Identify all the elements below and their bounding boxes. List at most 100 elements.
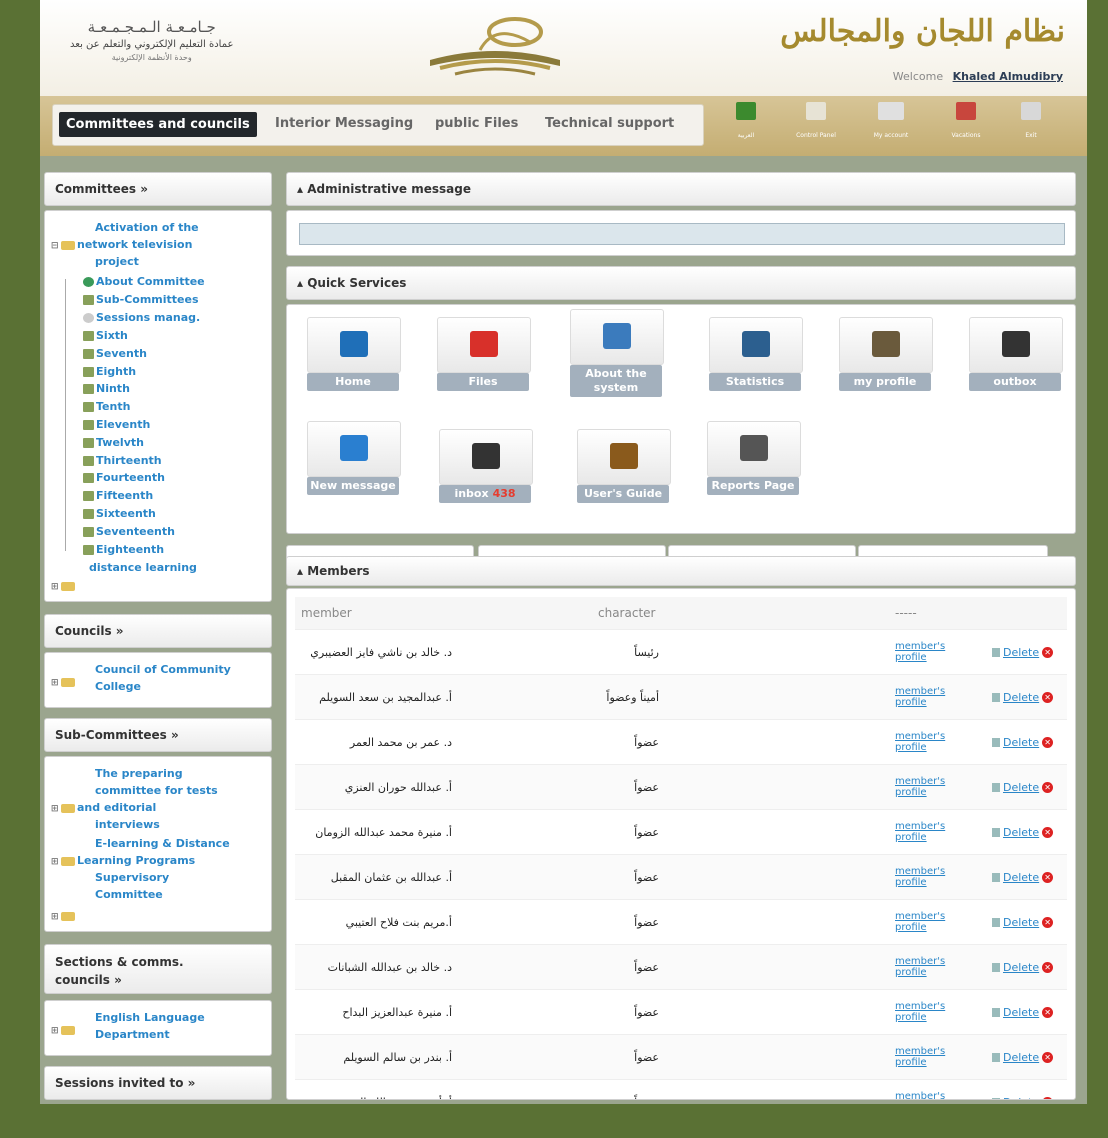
quick-service-inbox[interactable]: inbox 438 <box>439 429 533 503</box>
member-profile-link[interactable]: member'sprofile <box>895 686 985 708</box>
tree-item-session[interactable]: Sixth <box>83 327 128 345</box>
delete-link[interactable]: Delete <box>1003 736 1039 749</box>
delete-link[interactable]: Delete <box>1003 1096 1039 1100</box>
delete-link[interactable]: Delete <box>1003 961 1039 974</box>
quick-service-about-the-system[interactable]: About the system <box>570 309 664 397</box>
tree-item-session[interactable]: Seventh <box>83 345 147 363</box>
member-role: عضواً <box>592 989 889 1035</box>
subcommittees-header[interactable]: Sub-Committees » <box>44 718 272 752</box>
member-profile-link[interactable]: member'sprofile <box>895 866 985 888</box>
member-profile-link[interactable]: member'sprofile <box>895 641 985 663</box>
file-icon <box>992 963 1000 972</box>
quick-service-new-message[interactable]: New message <box>307 421 401 495</box>
session-label: Fifteenth <box>96 489 154 503</box>
arabic-language-button[interactable]: العربية <box>716 102 776 139</box>
tree-item-session[interactable]: Eighteenth <box>83 541 164 559</box>
tree-item-session[interactable]: Fourteenth <box>83 469 165 487</box>
delete-x-icon[interactable]: ✕ <box>1042 917 1054 928</box>
delete-x-icon[interactable]: ✕ <box>1042 827 1054 838</box>
member-profile-link[interactable]: member'sprofile <box>895 1001 985 1023</box>
tree-item-session[interactable]: Eleventh <box>83 416 150 434</box>
admin-message-header[interactable]: ▴ Administrative message <box>286 172 1076 206</box>
table-row: أ. عبدالله بن عثمان المقبل عضواً member's p… <box>295 854 1067 900</box>
member-profile-link[interactable]: member'sprofile <box>895 821 985 843</box>
delete-link[interactable]: Delete <box>1003 916 1039 929</box>
sections-header[interactable]: Sections & comms. councils » <box>44 944 272 994</box>
tree-item-session[interactable]: Tenth <box>83 398 130 416</box>
tree-item-session[interactable]: Seventeenth <box>83 523 175 541</box>
tree-item-session[interactable]: Fifteenth <box>83 487 153 505</box>
member-profile-link[interactable]: member'sprofile <box>895 731 985 753</box>
column-member[interactable]: member <box>295 597 592 630</box>
tree-item-about-committee[interactable]: About Committee <box>83 273 205 291</box>
folder-icon <box>61 677 75 687</box>
arabic-language-icon <box>736 102 756 120</box>
tree-node-distance-learning[interactable]: distance learning <box>89 559 197 577</box>
session-label: Sixth <box>96 329 128 342</box>
members-header[interactable]: ▴ Members <box>286 556 1076 586</box>
arabic-label: العربية <box>737 132 755 139</box>
column-character[interactable]: character <box>592 597 889 630</box>
tree-item-session[interactable]: Twelvth <box>83 434 144 452</box>
exit-button[interactable]: Exit <box>1001 102 1061 139</box>
delete-x-icon[interactable]: ✕ <box>1042 1007 1054 1018</box>
vacations-button[interactable]: Vacations <box>936 102 996 139</box>
member-profile-link[interactable]: member'sprofile <box>895 1091 985 1099</box>
delete-link[interactable]: Delete <box>1003 646 1039 659</box>
delete-cell: Delete✕ <box>986 809 1067 855</box>
delete-link[interactable]: Delete <box>1003 1051 1039 1064</box>
quick-service-statistics[interactable]: Statistics <box>709 317 803 391</box>
service-label-text: my profile <box>853 375 917 388</box>
tree-folder-collapsed[interactable]: ⊞ <box>51 907 77 926</box>
tree-item-session[interactable]: Eighth <box>83 363 136 381</box>
quick-service-home[interactable]: Home <box>307 317 401 391</box>
councils-header[interactable]: Councils » <box>44 614 272 648</box>
tree-item-session[interactable]: Thirteenth <box>83 452 162 470</box>
control-panel-button[interactable]: Control Panel <box>786 102 846 139</box>
delete-link[interactable]: Delete <box>1003 781 1039 794</box>
quick-service-user-s-guide[interactable]: User's Guide <box>577 429 671 503</box>
member-name: أ. منيرة محمد عبدالله الزومان <box>295 809 592 855</box>
delete-x-icon[interactable]: ✕ <box>1042 782 1054 793</box>
tab-technical-support[interactable]: Technical support <box>545 116 674 131</box>
quick-service-reports-page[interactable]: Reports Page <box>707 421 801 495</box>
service-label-text: New message <box>310 479 396 492</box>
tree-item-session[interactable]: Sixteenth <box>83 505 156 523</box>
member-profile-link[interactable]: member'sprofile <box>895 911 985 933</box>
delete-x-icon[interactable]: ✕ <box>1042 1052 1054 1063</box>
quick-service-files[interactable]: Files <box>437 317 531 391</box>
delete-link[interactable]: Delete <box>1003 826 1039 839</box>
delete-x-icon[interactable]: ✕ <box>1042 692 1054 703</box>
delete-link[interactable]: Delete <box>1003 691 1039 704</box>
tab-public-files[interactable]: public Files <box>435 116 518 131</box>
delete-x-icon[interactable]: ✕ <box>1042 962 1054 973</box>
quick-service-outbox[interactable]: outbox <box>969 317 1063 391</box>
service-label: Reports Page <box>707 477 799 495</box>
delete-x-icon[interactable]: ✕ <box>1042 1097 1054 1099</box>
member-role: عضواً <box>592 809 889 855</box>
committees-header[interactable]: Committees » <box>44 172 272 206</box>
delete-link[interactable]: Delete <box>1003 1006 1039 1019</box>
member-profile-link[interactable]: member'sprofile <box>895 776 985 798</box>
delete-link[interactable]: Delete <box>1003 871 1039 884</box>
my-account-button[interactable]: My account <box>861 102 921 139</box>
file-icon <box>992 1053 1000 1062</box>
tab-interior-messaging[interactable]: Interior Messaging <box>275 116 413 131</box>
delete-x-icon[interactable]: ✕ <box>1042 647 1054 658</box>
tree-item-sessions-manag[interactable]: Sessions manag. <box>83 309 200 327</box>
root-line-1: Activation of the <box>95 221 199 234</box>
delete-x-icon[interactable]: ✕ <box>1042 872 1054 883</box>
quick-service-my-profile[interactable]: my profile <box>839 317 933 391</box>
tree-item-sub-committees[interactable]: Sub-Committees <box>83 291 199 309</box>
delete-x-icon[interactable]: ✕ <box>1042 737 1054 748</box>
tree-item-session[interactable]: Ninth <box>83 380 130 398</box>
tree-folder-collapsed[interactable]: ⊞ <box>51 577 77 596</box>
quick-services-header[interactable]: ▴ Quick Services <box>286 266 1076 300</box>
user-name-link[interactable]: Khaled Almudibry <box>953 70 1063 83</box>
tab-committees-and-councils[interactable]: Committees and councils <box>59 112 257 137</box>
member-profile-link[interactable]: member'sprofile <box>895 956 985 978</box>
collapse-icon[interactable]: ⊟ <box>51 237 61 255</box>
subcommittee-icon <box>83 295 94 305</box>
member-profile-link[interactable]: member'sprofile <box>895 1046 985 1068</box>
sessions-invited-header[interactable]: Sessions invited to » <box>44 1066 272 1100</box>
